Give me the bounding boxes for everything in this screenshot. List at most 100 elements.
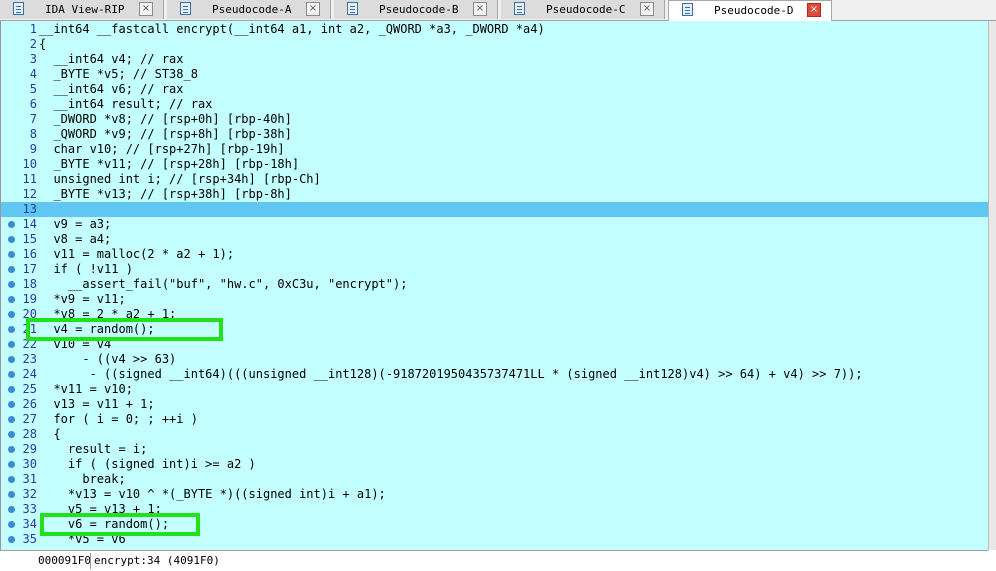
code-line[interactable]: 11 unsigned int i; // [rsp+34h] [rbp-Ch]: [1, 172, 988, 187]
code-text: - ((v4 >> 63): [39, 352, 177, 366]
line-number: 2: [29, 37, 37, 51]
code-text: v11 = malloc(2 * a2 + 1);: [39, 247, 235, 261]
line-number: 35: [22, 532, 37, 546]
code-line[interactable]: 25 *v11 = v10;: [1, 382, 988, 397]
code-text: __int64 v6; // rax: [39, 82, 184, 96]
code-text: if ( (signed int)i >= a2 ): [39, 457, 256, 471]
highlight-box: [40, 513, 200, 536]
code-line[interactable]: 19 *v9 = v11;: [1, 292, 988, 307]
line-number: 32: [22, 487, 37, 501]
code-line[interactable]: 13: [1, 202, 988, 217]
code-line[interactable]: 6 __int64 result; // rax: [1, 97, 988, 112]
close-icon[interactable]: ×: [306, 2, 320, 16]
code-text: break;: [39, 472, 126, 486]
code-text: _BYTE *v11; // [rsp+28h] [rbp-18h]: [39, 157, 300, 171]
code-line[interactable]: 3 __int64 v4; // rax: [1, 52, 988, 67]
code-text: char v10; // [rsp+27h] [rbp-19h]: [39, 142, 285, 156]
code-line[interactable]: 24 - ((signed __int64)(((unsigned __int1…: [1, 367, 988, 382]
code-text: _BYTE *v13; // [rsp+38h] [rbp-8h]: [39, 187, 292, 201]
pseudocode-view[interactable]: 1 __int64 __fastcall encrypt(__int64 a1, …: [0, 21, 988, 550]
code-line[interactable]: 28 {: [1, 427, 988, 442]
line-number: 6: [29, 97, 37, 111]
code-line[interactable]: 32 *v13 = v10 ^ *(_BYTE *)((signed int)i…: [1, 487, 988, 502]
tab-bar: IDA View-RIP × Pseudocode-A × Pseudocode-B × P…: [0, 0, 996, 21]
tab-label: IDA View-RIP: [45, 3, 125, 16]
code-line[interactable]: 2{: [1, 37, 988, 52]
tab-label: Pseudocode-C: [546, 3, 626, 16]
code-text: *v13 = v10 ^ *(_BYTE *)((signed int)i + …: [39, 487, 386, 501]
line-number: 28: [22, 427, 37, 441]
tab-pseudocode-d[interactable]: Pseudocode-D ×: [668, 0, 832, 21]
line-number: 18: [22, 277, 37, 291]
code-text: _QWORD *v9; // [rsp+8h] [rbp-38h]: [39, 127, 292, 141]
code-line[interactable]: 10 _BYTE *v11; // [rsp+28h] [rbp-18h]: [1, 157, 988, 172]
code-text: __int64 result; // rax: [39, 97, 213, 111]
code-text: if ( !v11 ): [39, 262, 133, 276]
code-text: unsigned int i; // [rsp+34h] [rbp-Ch]: [39, 172, 321, 186]
line-number: 33: [22, 502, 37, 516]
code-text: *v11 = v10;: [39, 382, 133, 396]
line-number: 26: [22, 397, 37, 411]
code-line[interactable]: 29 result = i;: [1, 442, 988, 457]
close-icon[interactable]: ×: [640, 2, 654, 16]
line-number: 9: [29, 142, 37, 156]
close-icon[interactable]: ×: [473, 2, 487, 16]
tab-label: Pseudocode-A: [212, 3, 292, 16]
tab-pseudocode-b[interactable]: Pseudocode-B ×: [334, 0, 498, 19]
code-line[interactable]: 18 __assert_fail("buf", "hw.c", 0xC3u, "…: [1, 277, 988, 292]
status-address: 000091F0: [38, 554, 91, 567]
status-divider: [90, 553, 91, 569]
code-line[interactable]: 5 __int64 v6; // rax: [1, 82, 988, 97]
code-line[interactable]: 23 - ((v4 >> 63): [1, 352, 988, 367]
code-line[interactable]: 27 for ( i = 0; ; ++i ): [1, 412, 988, 427]
status-bar: 000091F0 encrypt:34 (4091F0): [0, 550, 988, 571]
close-icon[interactable]: ×: [139, 2, 153, 16]
code-line[interactable]: 9 char v10; // [rsp+27h] [rbp-19h]: [1, 142, 988, 157]
line-number: 8: [29, 127, 37, 141]
status-location: encrypt:34 (4091F0): [94, 554, 220, 567]
line-number: 30: [22, 457, 37, 471]
code-line[interactable]: 8 _QWORD *v9; // [rsp+8h] [rbp-38h]: [1, 127, 988, 142]
line-number: 1: [29, 22, 37, 36]
tab-label: Pseudocode-D: [714, 4, 794, 17]
close-icon[interactable]: ×: [807, 3, 821, 17]
highlight-box: [26, 318, 223, 341]
line-number: 34: [22, 517, 37, 531]
code-line[interactable]: 12 _BYTE *v13; // [rsp+38h] [rbp-8h]: [1, 187, 988, 202]
vertical-scrollbar[interactable]: [988, 21, 996, 550]
document-icon: [514, 2, 525, 15]
line-number: 12: [22, 187, 37, 201]
line-number: 16: [22, 247, 37, 261]
line-number: 17: [22, 262, 37, 276]
code-text: v9 = a3;: [39, 217, 112, 231]
code-text: v8 = a4;: [39, 232, 112, 246]
code-text: - ((signed __int64)(((unsigned __int128)…: [39, 367, 863, 381]
code-line[interactable]: 4 _BYTE *v5; // ST38_8: [1, 67, 988, 82]
code-text: result = i;: [39, 442, 148, 456]
line-number: 24: [22, 367, 37, 381]
code-text: v13 = v11 + 1;: [39, 397, 155, 411]
code-text: {: [39, 427, 61, 441]
code-line[interactable]: 16 v11 = malloc(2 * a2 + 1);: [1, 247, 988, 262]
line-number: 27: [22, 412, 37, 426]
code-text: __assert_fail("buf", "hw.c", 0xC3u, "enc…: [39, 277, 408, 291]
tab-pseudocode-c[interactable]: Pseudocode-C ×: [501, 0, 665, 19]
line-number: 7: [29, 112, 37, 126]
line-number: 3: [29, 52, 37, 66]
line-number: 11: [22, 172, 37, 186]
tab-ida-view-rip[interactable]: IDA View-RIP ×: [0, 0, 164, 19]
tab-pseudocode-a[interactable]: Pseudocode-A ×: [167, 0, 331, 19]
code-line[interactable]: 17 if ( !v11 ): [1, 262, 988, 277]
document-icon: [347, 2, 358, 15]
code-line[interactable]: 30 if ( (signed int)i >= a2 ): [1, 457, 988, 472]
line-number: 25: [22, 382, 37, 396]
code-line[interactable]: 15 v8 = a4;: [1, 232, 988, 247]
code-line[interactable]: 7 _DWORD *v8; // [rsp+0h] [rbp-40h]: [1, 112, 988, 127]
line-number: 5: [29, 82, 37, 96]
code-line[interactable]: 14 v9 = a3;: [1, 217, 988, 232]
document-icon: [682, 3, 693, 16]
line-number: 4: [29, 67, 37, 81]
code-line[interactable]: 26 v13 = v11 + 1;: [1, 397, 988, 412]
code-line[interactable]: 31 break;: [1, 472, 988, 487]
code-line[interactable]: 1 __int64 __fastcall encrypt(__int64 a1, …: [1, 22, 988, 37]
